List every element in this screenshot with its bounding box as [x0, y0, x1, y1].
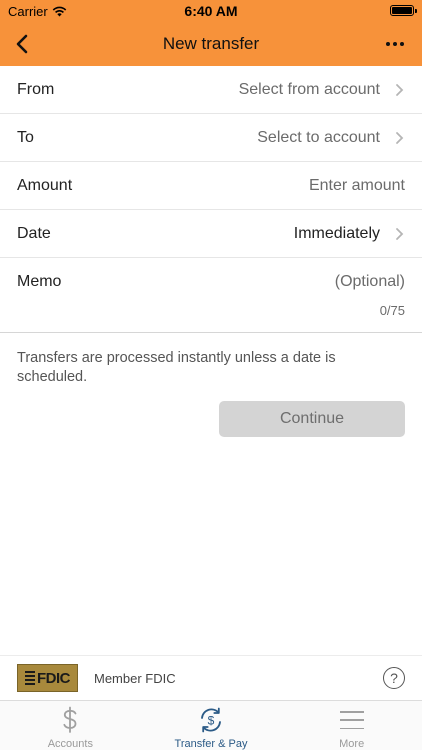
tab-more-label: More: [339, 738, 365, 750]
transfer-form: From Select from account To Select to ac…: [0, 66, 422, 333]
memo-label: Memo: [17, 273, 62, 290]
chevron-right-icon: [396, 84, 404, 96]
ellipsis-icon-dot: [393, 42, 397, 46]
svg-text:$: $: [208, 714, 215, 728]
chevron-right-icon: [396, 228, 404, 240]
member-fdic-text: Member FDIC: [94, 671, 176, 686]
question-circle-icon[interactable]: ?: [383, 667, 405, 689]
fdic-footer: FDIC Member FDIC ?: [0, 655, 422, 700]
to-account-row[interactable]: To Select to account: [0, 114, 422, 162]
tab-accounts[interactable]: Accounts: [0, 701, 141, 750]
fdic-logo-text: FDIC: [37, 669, 71, 687]
date-row[interactable]: Date Immediately: [0, 210, 422, 258]
chevron-right-icon: [396, 132, 404, 144]
from-label: From: [17, 80, 55, 98]
more-button[interactable]: [380, 30, 410, 58]
amount-input[interactable]: Enter amount: [309, 162, 405, 209]
to-label: To: [17, 128, 34, 146]
memo-input[interactable]: (Optional): [335, 273, 405, 291]
transfer-dollar-icon: $: [196, 706, 226, 734]
from-account-value: Select from account: [238, 80, 380, 98]
amount-label: Amount: [17, 176, 73, 194]
date-value: Immediately: [293, 224, 380, 242]
date-label: Date: [17, 224, 51, 242]
tab-transfer-pay[interactable]: $ Transfer & Pay: [141, 701, 282, 750]
tab-transfer-pay-label: Transfer & Pay: [174, 738, 248, 750]
from-account-row[interactable]: From Select from account: [0, 66, 422, 114]
tab-more[interactable]: More: [281, 701, 422, 750]
memo-row[interactable]: Memo (Optional) 0/75: [0, 258, 422, 333]
amount-row[interactable]: Amount Enter amount: [0, 162, 422, 210]
memo-character-counter: 0/75: [379, 303, 405, 318]
transfer-info-text: Transfers are processed instantly unless…: [17, 350, 336, 385]
fdic-logo: FDIC: [17, 664, 78, 692]
status-time: 6:40 AM: [184, 3, 238, 19]
menu-icon: [339, 706, 364, 734]
battery-icon: [390, 5, 417, 16]
to-account-value: Select to account: [257, 128, 380, 146]
tab-accounts-label: Accounts: [47, 738, 93, 750]
navigation-bar: New transfer: [0, 22, 422, 66]
dollar-icon: [60, 706, 80, 734]
page-title: New transfer: [162, 34, 260, 53]
continue-button[interactable]: Continue: [219, 401, 405, 437]
status-bar: Carrier 6:40 AM: [0, 0, 422, 22]
ellipsis-icon-dot: [400, 42, 404, 46]
ellipsis-icon-dot: [386, 42, 390, 46]
fdic-logo-stripes: [25, 671, 35, 685]
tab-bar: Accounts $ Transfer & Pay More: [0, 700, 422, 750]
